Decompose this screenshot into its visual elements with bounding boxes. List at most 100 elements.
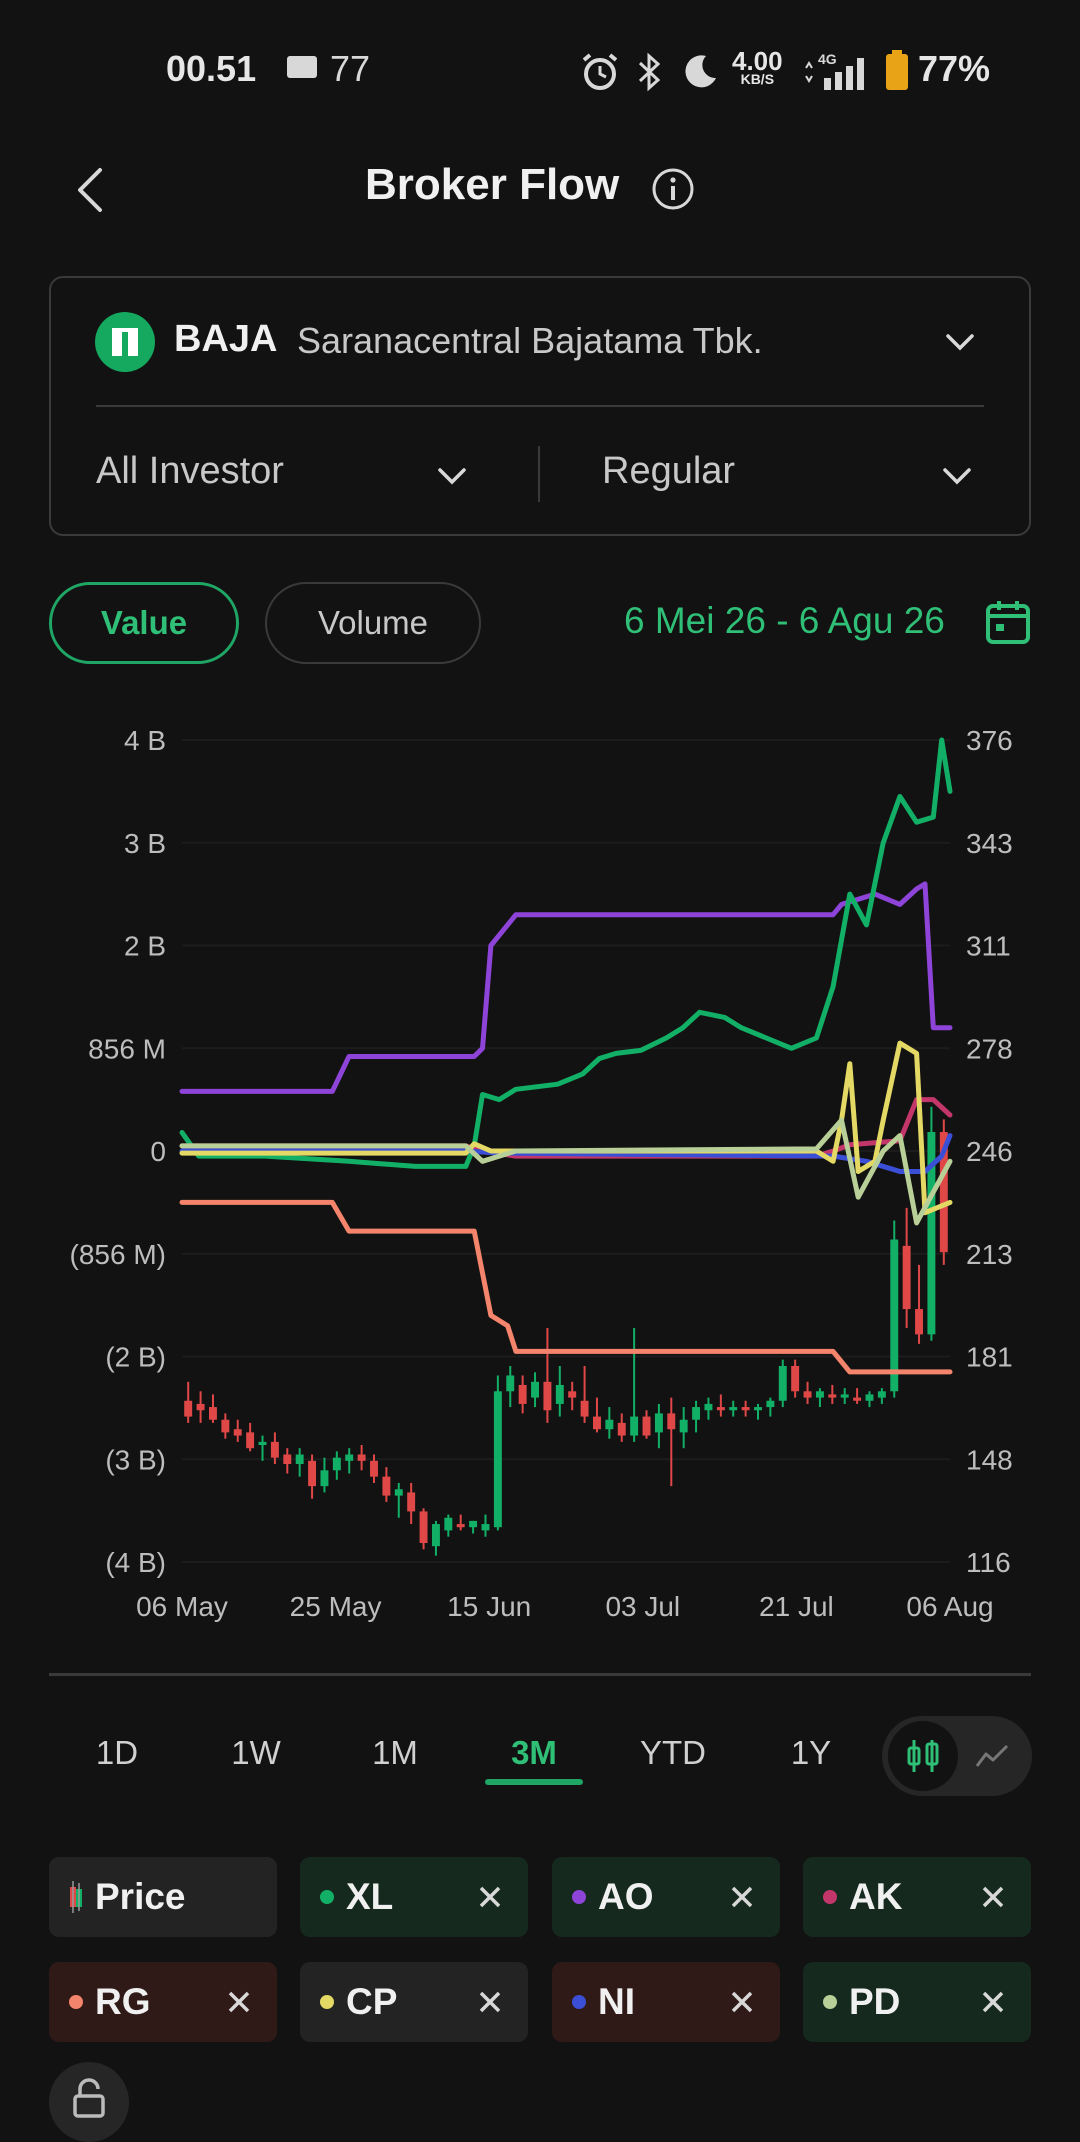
price-candle bbox=[927, 1106, 936, 1341]
info-icon[interactable] bbox=[651, 167, 695, 211]
value-toggle-button[interactable]: Value bbox=[49, 582, 239, 664]
price-candle bbox=[456, 1514, 465, 1531]
price-candle bbox=[221, 1413, 230, 1439]
price-candle bbox=[815, 1388, 824, 1408]
legend-label: AK bbox=[849, 1876, 903, 1917]
range-tab-1m[interactable]: 1M bbox=[345, 1734, 445, 1772]
price-candle bbox=[840, 1388, 849, 1404]
legend-dot bbox=[320, 1995, 334, 2009]
price-candle bbox=[469, 1520, 478, 1534]
mail-icon bbox=[287, 56, 317, 78]
price-candle bbox=[803, 1381, 812, 1404]
price-candle bbox=[754, 1403, 762, 1420]
legend-label: CP bbox=[346, 1981, 398, 2022]
left-axis-tick: 4 B bbox=[124, 725, 166, 756]
legend-label: AO bbox=[598, 1876, 654, 1917]
calendar-icon[interactable] bbox=[985, 598, 1031, 646]
right-axis-tick: 181 bbox=[966, 1342, 1013, 1373]
price-candle bbox=[580, 1365, 589, 1423]
legend-chip-cp[interactable]: CP bbox=[300, 1962, 528, 2042]
price-candle bbox=[196, 1391, 205, 1423]
price-candles bbox=[184, 1106, 948, 1556]
filter-separator bbox=[538, 446, 540, 502]
right-axis-tick: 213 bbox=[966, 1239, 1013, 1270]
remove-icon[interactable] bbox=[730, 1885, 754, 1909]
price-candle bbox=[692, 1400, 701, 1433]
price-candle bbox=[295, 1448, 304, 1477]
legend-label: Price bbox=[95, 1876, 186, 1917]
alarm-icon bbox=[582, 53, 618, 90]
legend-chip-ak[interactable]: AK bbox=[803, 1857, 1031, 1937]
price-candle bbox=[407, 1482, 416, 1525]
candlestick-icon bbox=[907, 1740, 939, 1772]
price-candle bbox=[667, 1397, 676, 1487]
stock-logo-mark-stripe bbox=[122, 332, 128, 356]
market-chevron-down-icon[interactable] bbox=[937, 456, 977, 496]
remove-icon[interactable] bbox=[981, 1990, 1005, 2014]
price-candle bbox=[654, 1403, 663, 1449]
price-candle bbox=[382, 1467, 391, 1502]
price-candle bbox=[704, 1397, 713, 1420]
left-axis-tick: (2 B) bbox=[105, 1342, 166, 1373]
x-axis-tick: 25 May bbox=[290, 1591, 382, 1622]
lock-icon bbox=[73, 2078, 105, 2118]
broker-lines bbox=[179, 737, 953, 1375]
range-tab-1y[interactable]: 1Y bbox=[761, 1734, 861, 1772]
price-candle bbox=[617, 1413, 626, 1442]
volume-toggle-button[interactable]: Volume bbox=[265, 582, 481, 664]
price-candle-icon bbox=[70, 1881, 82, 1913]
price-candle bbox=[357, 1445, 366, 1471]
price-candle bbox=[741, 1400, 750, 1417]
range-tab-1d[interactable]: 1D bbox=[67, 1734, 167, 1772]
legend-chip-ao[interactable]: AO bbox=[552, 1857, 780, 1937]
legend-dot bbox=[69, 1995, 83, 2009]
network-speed: 4.00 KB/S bbox=[732, 46, 783, 87]
legend-label: PD bbox=[849, 1981, 901, 2022]
right-axis-tick: 311 bbox=[966, 931, 1011, 962]
price-candle bbox=[345, 1448, 354, 1474]
date-range[interactable]: 6 Mei 26 - 6 Agu 26 bbox=[624, 600, 945, 642]
left-axis-tick: 3 B bbox=[124, 828, 166, 859]
stock-ticker[interactable]: BAJA bbox=[174, 318, 277, 361]
price-candle bbox=[877, 1388, 886, 1404]
remove-icon[interactable] bbox=[981, 1885, 1005, 1909]
back-button[interactable] bbox=[62, 160, 122, 220]
range-tab-ytd[interactable]: YTD bbox=[623, 1734, 723, 1772]
price-candle bbox=[394, 1482, 403, 1518]
market-filter-select[interactable]: Regular bbox=[602, 450, 735, 493]
lock-button[interactable] bbox=[49, 2062, 129, 2142]
legend-chip-pd[interactable]: PD bbox=[803, 1962, 1031, 2042]
remove-icon[interactable] bbox=[478, 1990, 502, 2014]
legend-dot bbox=[823, 1995, 837, 2009]
right-axis-tick: 246 bbox=[966, 1136, 1013, 1167]
price-candle bbox=[853, 1388, 862, 1404]
broker-flow-chart[interactable]: 4 B 3 B 2 B 856 M 0 (856 M) (2 B) (3 B) (4 B) 37… bbox=[0, 700, 1080, 1640]
left-axis-tick: 856 M bbox=[88, 1033, 166, 1064]
remove-icon[interactable] bbox=[227, 1990, 251, 2014]
range-tab-1w[interactable]: 1W bbox=[206, 1734, 306, 1772]
chart-divider bbox=[49, 1673, 1031, 1676]
right-axis: 376 343 311 278 246 213 181 148 116 bbox=[966, 725, 1013, 1578]
legend-chip-ni[interactable]: NI bbox=[552, 1962, 780, 2042]
status-time: 00.51 bbox=[166, 48, 257, 89]
price-candle bbox=[716, 1394, 725, 1417]
remove-icon[interactable] bbox=[478, 1885, 502, 1909]
price-candle bbox=[531, 1372, 539, 1408]
range-tab-3m[interactable]: 3M bbox=[484, 1734, 584, 1772]
battery-icon bbox=[886, 54, 908, 90]
legend-chip-xl[interactable]: XL bbox=[300, 1857, 528, 1937]
line-chart-mode-icon[interactable] bbox=[974, 1738, 1010, 1774]
stock-name[interactable]: Saranacentral Bajatama Tbk. bbox=[297, 320, 763, 362]
price-candle bbox=[258, 1435, 267, 1461]
price-candle bbox=[246, 1422, 255, 1452]
investor-chevron-down-icon[interactable] bbox=[432, 456, 472, 496]
network-type: 4G bbox=[818, 51, 837, 67]
legend-dot bbox=[572, 1890, 586, 1904]
remove-icon[interactable] bbox=[730, 1990, 754, 2014]
x-axis-tick: 03 Jul bbox=[605, 1591, 680, 1622]
investor-filter-select[interactable]: All Investor bbox=[96, 450, 284, 493]
right-axis-tick: 116 bbox=[966, 1547, 1011, 1578]
legend-chip-price[interactable]: Price bbox=[49, 1857, 277, 1937]
legend-chip-rg[interactable]: RG bbox=[49, 1962, 277, 2042]
stock-dropdown-chevron-icon[interactable] bbox=[940, 322, 980, 362]
